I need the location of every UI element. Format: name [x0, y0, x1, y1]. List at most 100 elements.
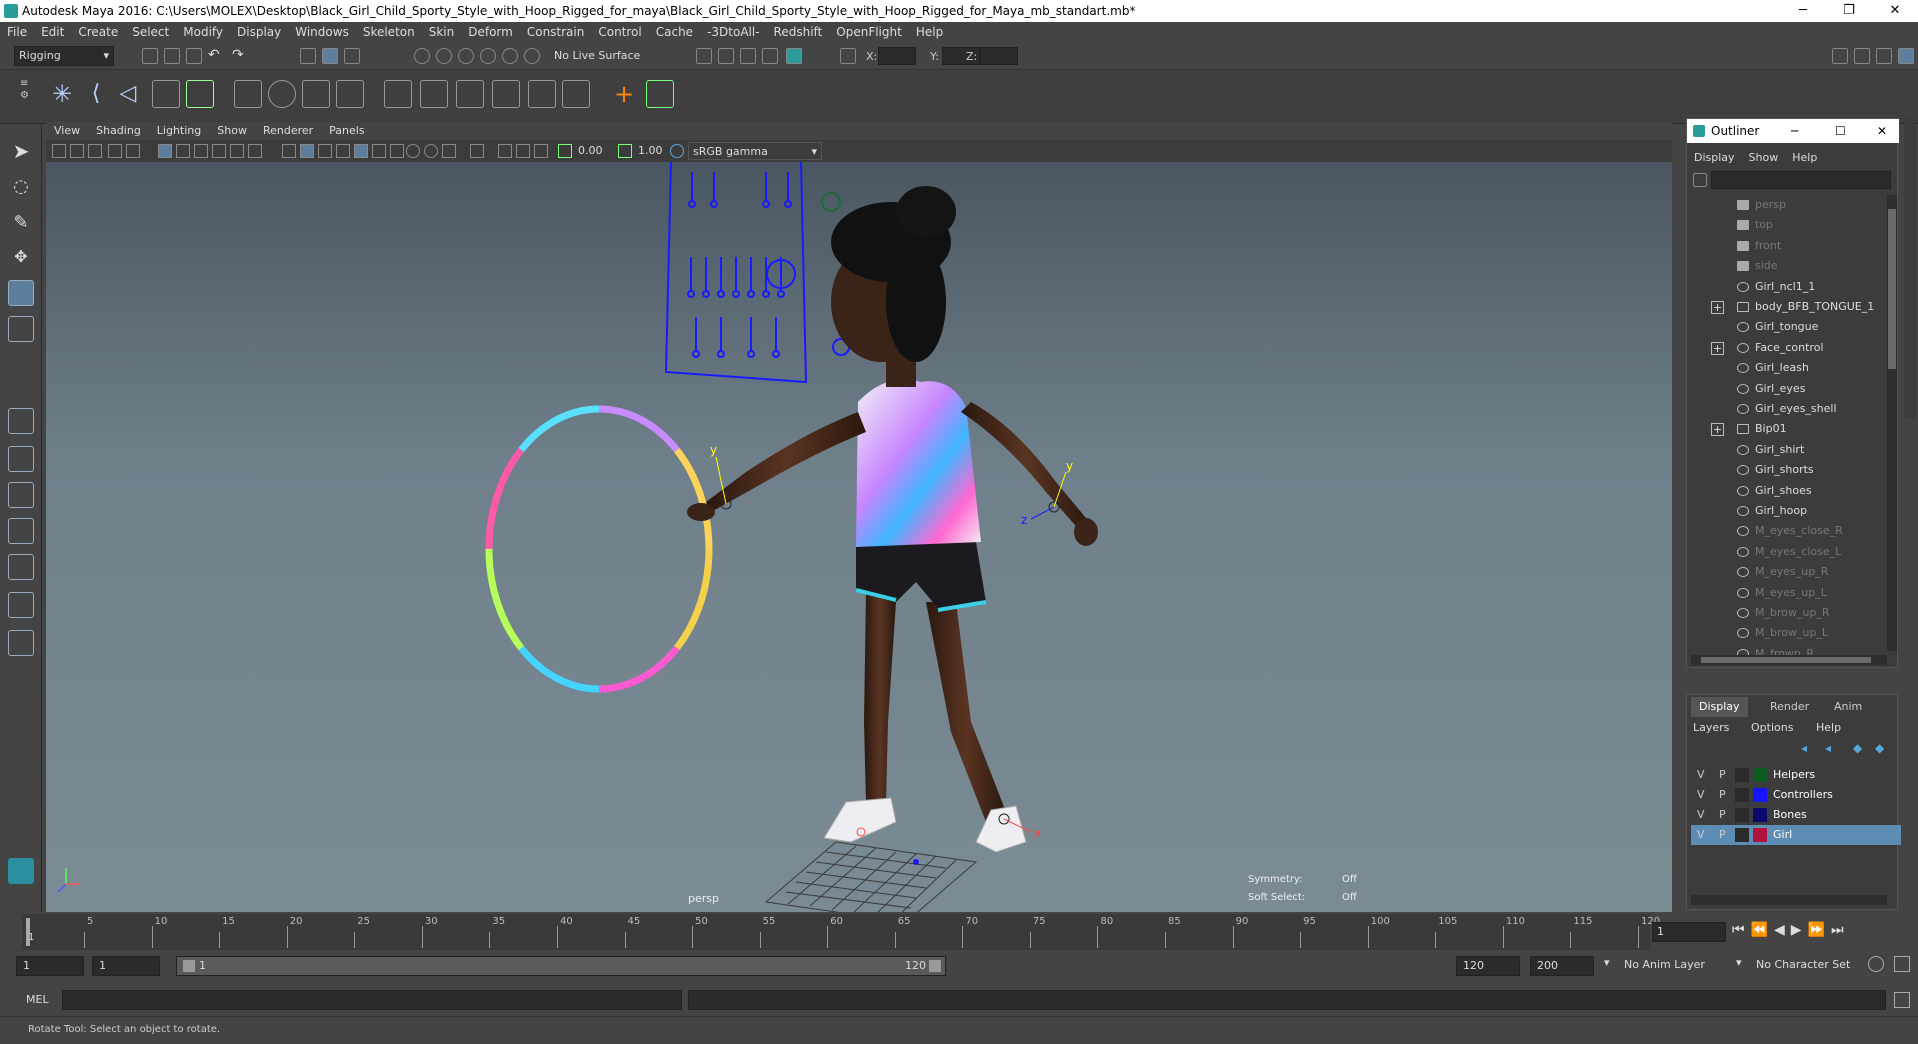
outliner-item[interactable]: Girl_eyes_shell — [1687, 399, 1887, 419]
wire-icon[interactable] — [302, 80, 330, 108]
layer-menu-layers[interactable]: Layers — [1693, 721, 1729, 734]
anim-layer-dropdown[interactable]: No Anim Layer — [1624, 958, 1705, 971]
render-settings-icon[interactable] — [762, 48, 778, 64]
open-scene-icon[interactable] — [164, 48, 180, 64]
isolate-select-icon[interactable] — [470, 144, 484, 158]
exposure-value[interactable]: 0.00 — [578, 144, 603, 157]
menu-set-dropdown[interactable]: Rigging ▾ — [14, 46, 114, 66]
smooth-shade-icon[interactable] — [300, 144, 314, 158]
time-ruler[interactable]: 5 10 15 20 25 30 35 40 45 50 55 60 65 70 75 80 85 90 95 100… — [22, 914, 1660, 950]
outliner-item[interactable]: M_brow_up_L — [1687, 623, 1887, 643]
hypershade-icon[interactable] — [786, 48, 802, 64]
move-tool-icon[interactable]: ✥ — [8, 244, 34, 270]
single-perspective-layout-icon[interactable] — [8, 408, 34, 434]
new-layer-from-selection-icon[interactable]: ◆ — [1875, 741, 1884, 755]
outliner-item[interactable]: Girl_tongue — [1687, 317, 1887, 337]
menu-3dtoall[interactable]: -3DtoAll- — [700, 22, 766, 42]
anti-aliasing-icon[interactable] — [442, 144, 456, 158]
outliner-item[interactable]: Girl_ncl1_1 — [1687, 277, 1887, 297]
minimize-button[interactable]: ─ — [1780, 0, 1826, 22]
select-tool-icon[interactable]: ➤ — [8, 138, 34, 164]
root-control[interactable] — [913, 859, 919, 865]
scale-tool-icon[interactable] — [8, 316, 34, 342]
render-frame-icon[interactable] — [718, 48, 734, 64]
layer-row[interactable]: V P Bones — [1691, 805, 1901, 825]
layer-playback-toggle[interactable]: P — [1719, 785, 1726, 805]
snap-live-icon[interactable] — [502, 48, 518, 64]
aim-constraint-icon[interactable] — [420, 80, 448, 108]
gamma-value[interactable]: 1.00 — [638, 144, 663, 157]
image-plane-icon[interactable] — [108, 144, 122, 158]
snap-grid-icon[interactable] — [414, 48, 430, 64]
layer-visibility-toggle[interactable]: V — [1697, 785, 1705, 805]
time-slider[interactable]: 5 10 15 20 25 30 35 40 45 50 55 60 65 70 75 80 85 90 95 100… — [0, 912, 1918, 952]
range-end-handle[interactable] — [929, 960, 941, 972]
layer-color-swatch[interactable] — [1753, 808, 1767, 822]
ik-spline-icon[interactable]: ◁ — [114, 80, 142, 108]
shelf-options-icon[interactable]: ≡ ⚙ — [20, 78, 30, 114]
grease-pencil-icon[interactable] — [126, 144, 140, 158]
attribute-editor-icon[interactable] — [1854, 48, 1870, 64]
camera-select-icon[interactable] — [52, 144, 66, 158]
film-gate-icon[interactable] — [176, 144, 190, 158]
menu-cache[interactable]: Cache — [649, 22, 700, 42]
exposure-icon[interactable] — [558, 144, 572, 158]
xray-components-icon[interactable] — [534, 144, 548, 158]
outliner-horizontal-scrollbar[interactable] — [1691, 655, 1887, 665]
outliner-item[interactable]: Girl_shorts — [1687, 460, 1887, 480]
move-layer-up-icon[interactable]: ◂ — [1801, 741, 1807, 755]
panel-menu-renderer[interactable]: Renderer — [255, 122, 321, 140]
point-constraint-icon[interactable] — [384, 80, 412, 108]
wireframe-on-shaded-icon[interactable] — [336, 144, 350, 158]
layer-display-type-toggle[interactable] — [1735, 828, 1749, 842]
modeling-toolkit-icon[interactable] — [1832, 48, 1848, 64]
parent-constraint-icon[interactable] — [528, 80, 556, 108]
lattice-icon[interactable] — [234, 80, 262, 108]
range-slider[interactable]: 1 120 — [176, 956, 946, 976]
layer-row[interactable]: V P Controllers — [1691, 785, 1901, 805]
select-component-icon[interactable] — [344, 48, 360, 64]
menu-deform[interactable]: Deform — [461, 22, 520, 42]
hula-hoop[interactable] — [485, 405, 713, 693]
outliner-item[interactable]: Girl_leash — [1687, 358, 1887, 378]
outliner-item[interactable]: M_eyes_up_R — [1687, 562, 1887, 582]
grid-icon[interactable] — [158, 144, 172, 158]
outliner-item[interactable]: M_eyes_close_R — [1687, 521, 1887, 541]
scale-constraint-icon[interactable] — [492, 80, 520, 108]
move-layer-down-icon[interactable]: ◂ — [1825, 741, 1831, 755]
expand-icon[interactable]: + — [1711, 423, 1724, 437]
tool-settings-icon[interactable] — [1876, 48, 1892, 64]
outliner-close-button[interactable]: ✕ — [1877, 119, 1887, 143]
playback-start-input[interactable]: 1 — [92, 956, 160, 976]
outliner-item[interactable]: M_frown_R — [1687, 644, 1887, 655]
ambient-occlusion-icon[interactable] — [406, 144, 420, 158]
render-view-icon[interactable] — [696, 48, 712, 64]
resolution-gate-icon[interactable] — [194, 144, 208, 158]
persp-graph-layout-icon[interactable] — [8, 518, 34, 544]
paint-select-icon[interactable]: ✎ — [8, 210, 34, 236]
save-scene-icon[interactable] — [186, 48, 202, 64]
panel-menu-panels[interactable]: Panels — [321, 122, 372, 140]
custom-layout-icon[interactable] — [8, 630, 34, 656]
menu-skin[interactable]: Skin — [422, 22, 462, 42]
xray-joints-icon[interactable] — [516, 144, 530, 158]
outliner-vscroll-thumb[interactable] — [1888, 209, 1896, 369]
new-empty-layer-icon[interactable]: ◆ — [1853, 741, 1862, 755]
textured-icon[interactable] — [354, 144, 368, 158]
playback-end-input[interactable]: 120 — [1456, 956, 1520, 976]
redo-icon[interactable]: ↷ — [232, 48, 248, 64]
outliner-vertical-scrollbar[interactable] — [1887, 195, 1897, 651]
auto-key-icon[interactable] — [1868, 956, 1884, 972]
outliner-menu-display[interactable]: Display — [1687, 149, 1742, 167]
script-layout-icon[interactable] — [8, 592, 34, 618]
layer-horizontal-scrollbar[interactable] — [1691, 895, 1887, 905]
shadows-icon[interactable] — [390, 144, 404, 158]
default-material-icon[interactable] — [318, 144, 332, 158]
menu-openflight[interactable]: OpenFlight — [829, 22, 909, 42]
cluster-icon[interactable] — [186, 80, 214, 108]
menu-file[interactable]: File — [0, 22, 34, 42]
chevron-down-icon[interactable]: ▾ — [1736, 956, 1742, 969]
live-surface-field[interactable]: No Live Surface — [550, 47, 652, 67]
outliner-menu-show[interactable]: Show — [1742, 149, 1786, 167]
snap-point-icon[interactable] — [458, 48, 474, 64]
